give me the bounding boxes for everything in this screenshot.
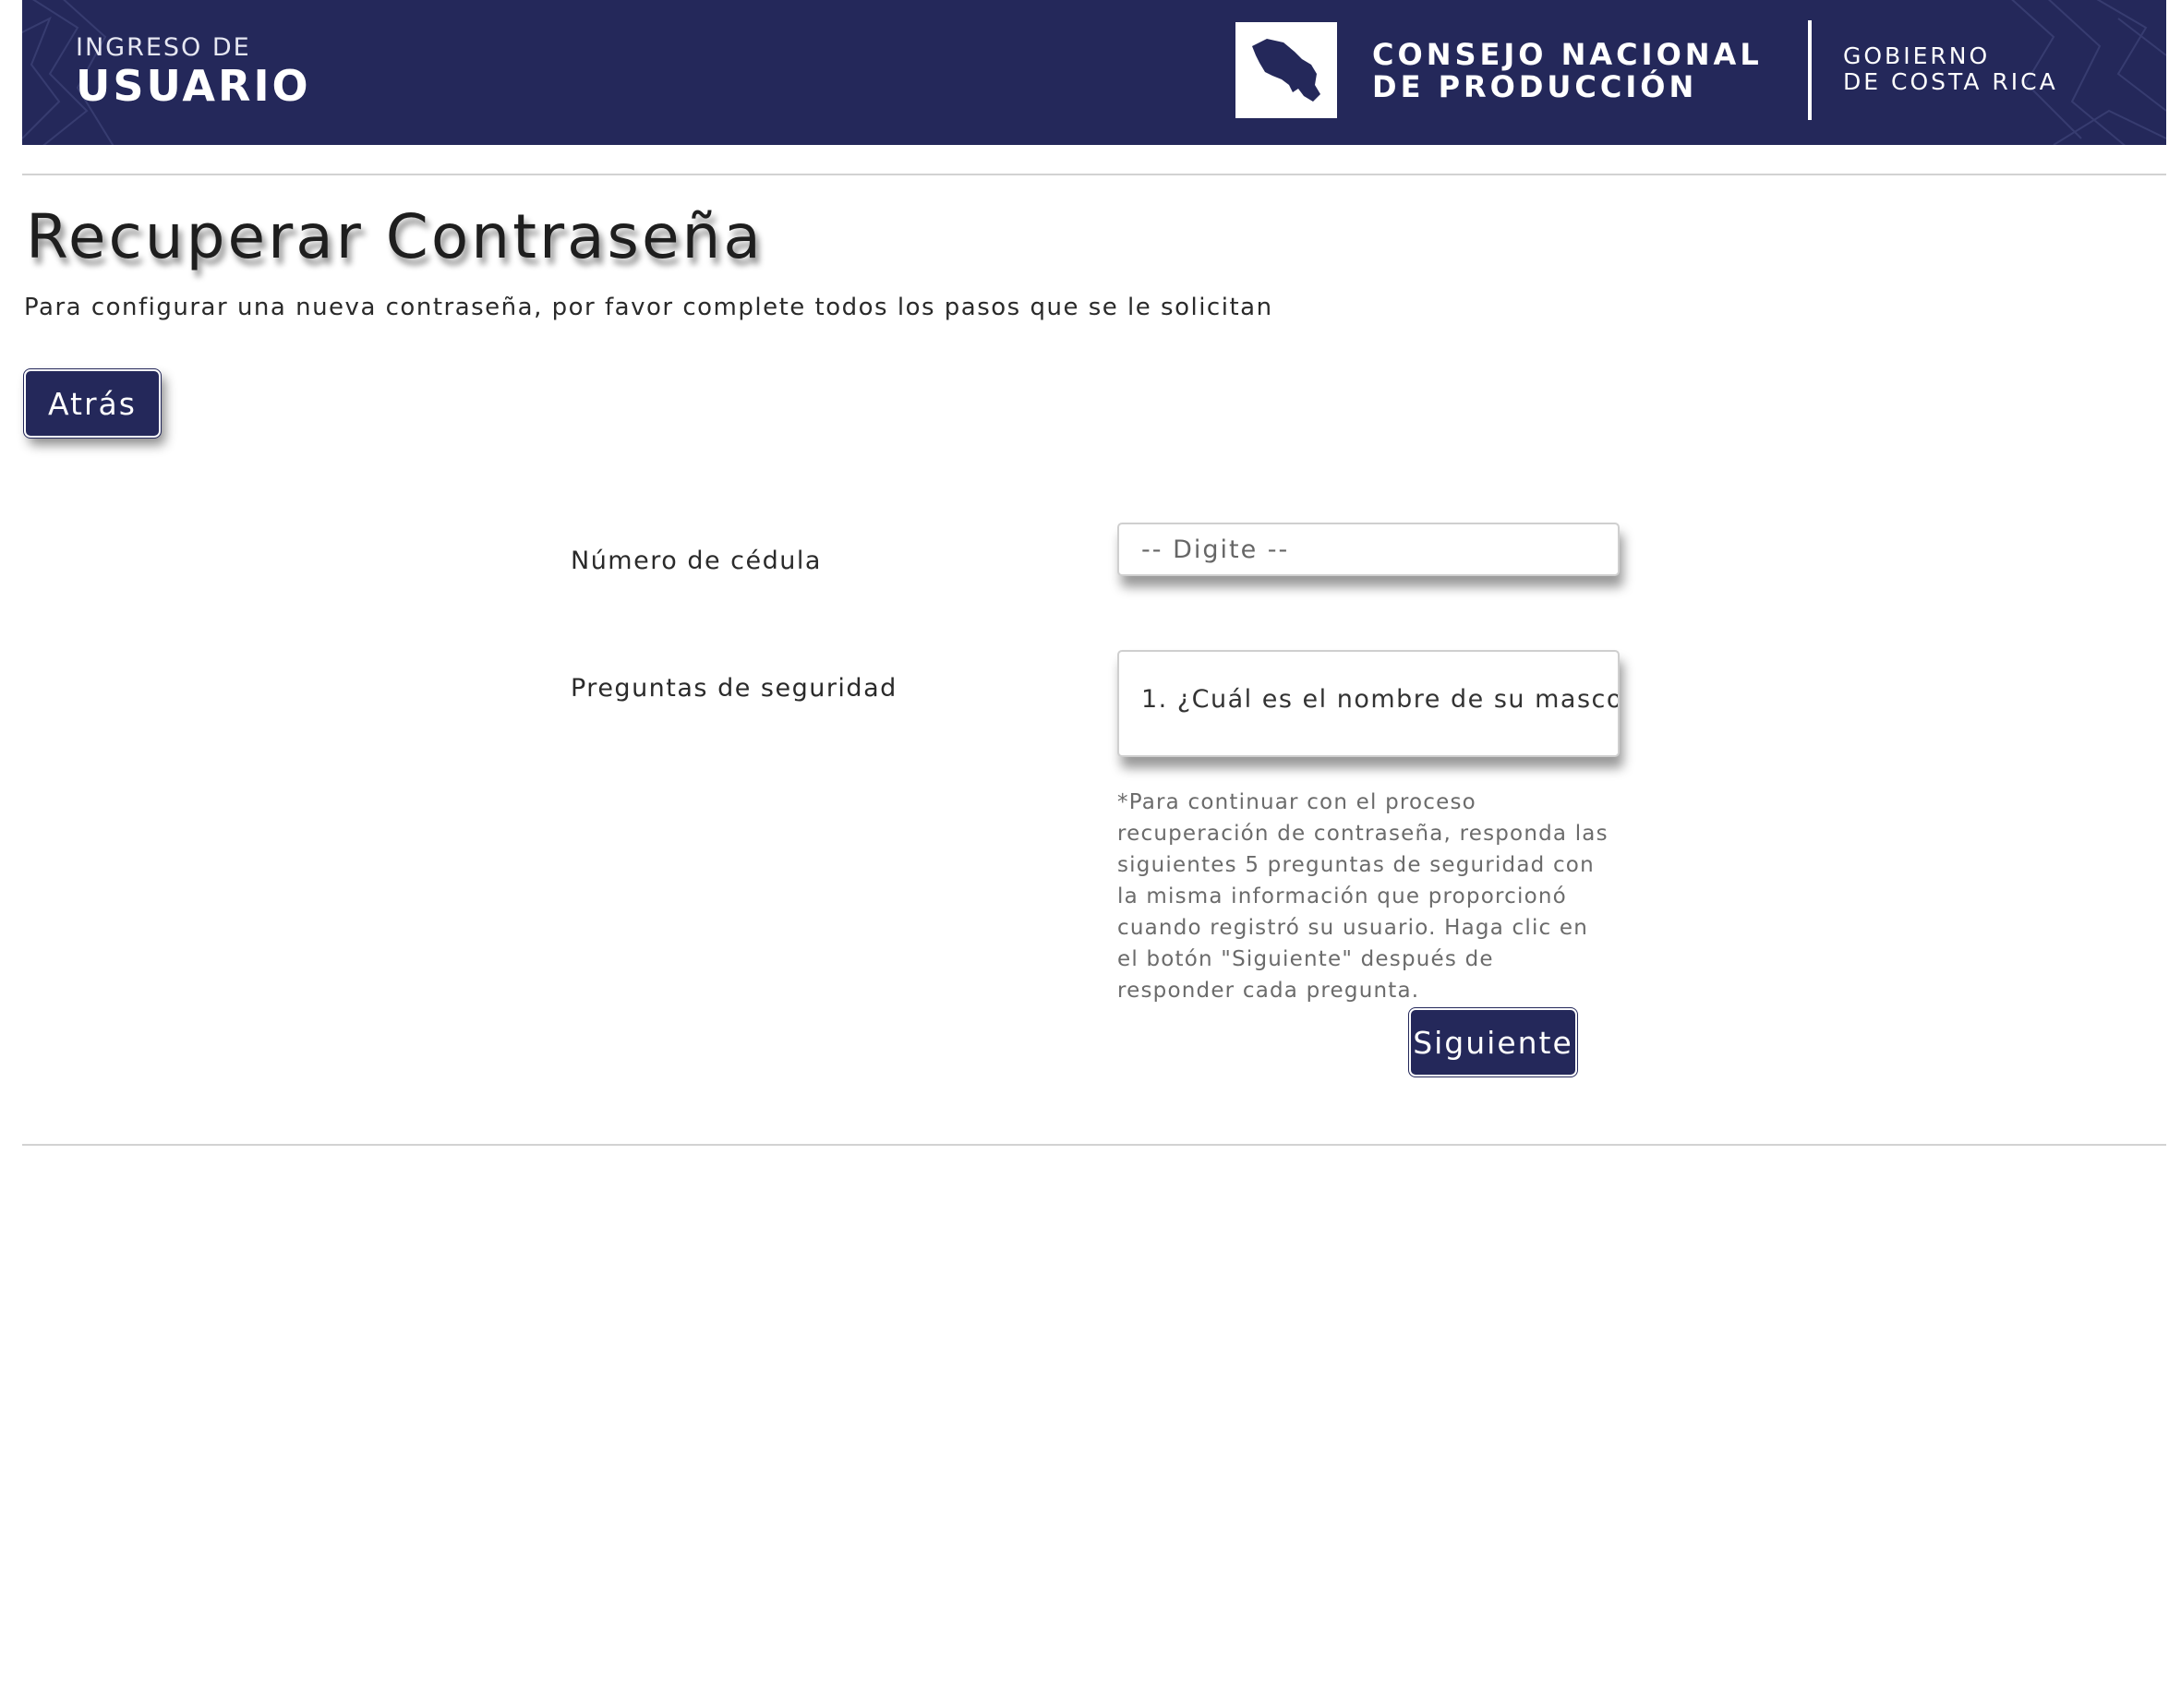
gov-name-line2: DE COSTA RICA [1843,68,2058,95]
help-text: *Para continuar con el proceso recuperac… [1117,790,1609,1003]
top-divider [22,174,2166,175]
header-divider [1808,20,1812,120]
header-title: USUARIO [76,61,311,111]
cedula-label: Número de cédula [571,547,822,575]
header-banner: INGRESO DE USUARIO CONSEJO NACIONAL DE P… [22,0,2166,145]
page-title: Recuperar Contraseña [26,201,764,272]
org-name-line1: CONSEJO NACIONAL [1372,37,1763,72]
next-button[interactable]: Siguiente [1408,1007,1578,1077]
bottom-divider [22,1144,2166,1146]
page: INGRESO DE USUARIO CONSEJO NACIONAL DE P… [22,0,2166,1708]
org-name-line2: DE PRODUCCIÓN [1372,69,1698,104]
cedula-input[interactable] [1117,523,1620,576]
security-question-field[interactable]: 1. ¿Cuál es el nombre de su mascota? [1117,650,1620,757]
security-questions-label: Preguntas de seguridad [571,674,898,703]
org-logo [1235,22,1337,118]
page-subtitle: Para configurar una nueva contraseña, po… [24,294,1273,321]
gov-name-line1: GOBIERNO [1843,42,1991,69]
header-subtitle: INGRESO DE [76,33,251,62]
back-button[interactable]: Atrás [23,368,162,439]
costa-rica-map-icon [1252,39,1320,102]
